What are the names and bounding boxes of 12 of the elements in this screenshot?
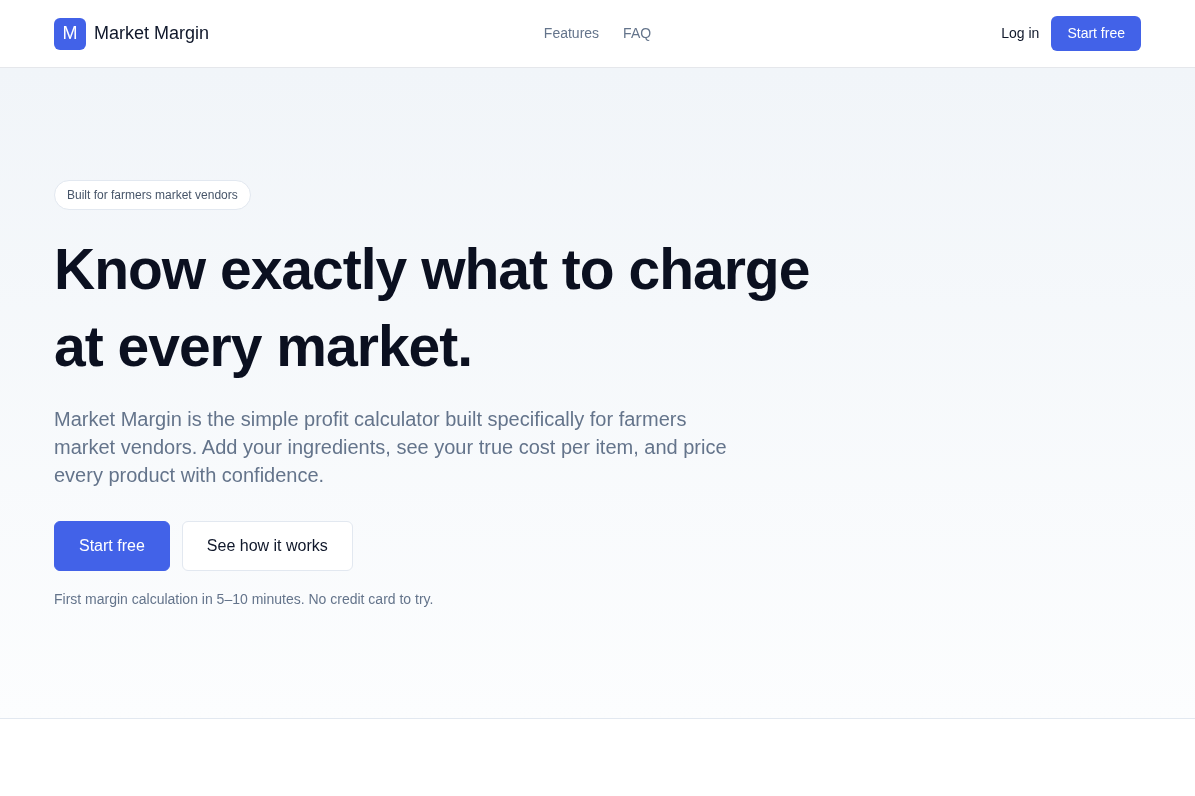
tagline-badge: Built for farmers market vendors (54, 180, 251, 210)
hero-headline: Know exactly what to charge at every market. (54, 236, 811, 380)
see-how-it-works-button[interactable]: See how it works (181, 521, 353, 571)
logo-icon: M (54, 17, 86, 50)
start-free-button[interactable]: Start free (54, 521, 170, 571)
login-link[interactable]: Log in (1001, 23, 1040, 44)
nav-link[interactable]: FAQ (623, 23, 652, 44)
hero-footnote: First margin calculation in 5–10 minutes. No credit card to try. (54, 590, 435, 609)
hero-description: Market Margin is the simple profit calculator built specifically for farmers market vendors. Add your ingredients, see your true cost per item, and price every product with confidence. (54, 407, 728, 488)
brand-name: Market Margin (94, 22, 210, 45)
start-free-button[interactable]: Start free (1051, 16, 1141, 51)
nav-link[interactable]: Features (543, 23, 600, 44)
